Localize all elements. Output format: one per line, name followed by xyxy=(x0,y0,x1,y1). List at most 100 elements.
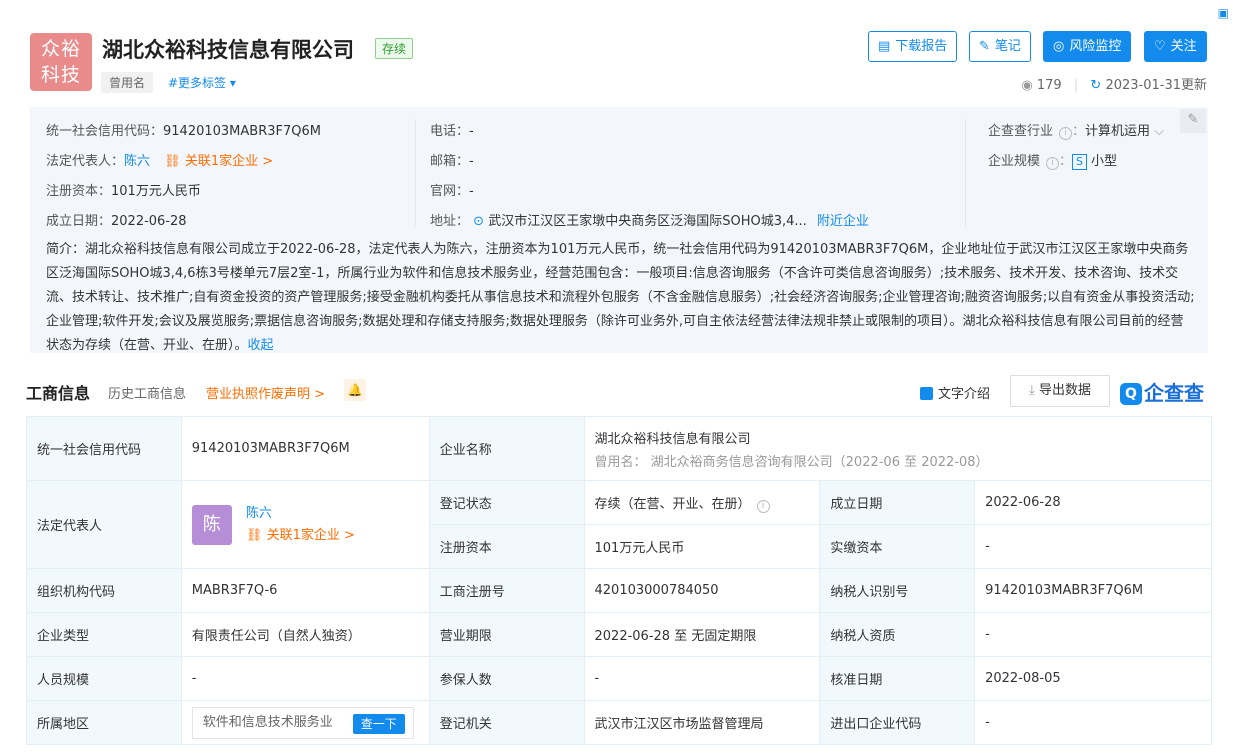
status-badge: 存续 xyxy=(375,38,414,59)
cell-value: - xyxy=(974,524,1212,569)
text-intro-button[interactable]: 文字介绍 xyxy=(920,383,990,402)
website-value: - xyxy=(469,184,474,199)
info-icon[interactable]: i xyxy=(756,499,770,513)
scale-value: 小型 xyxy=(1091,154,1118,169)
email-value: - xyxy=(469,154,474,169)
cell-label: 纳税人资质 xyxy=(819,612,976,657)
related-companies-link[interactable]: ⛓ 关联1家企业 > xyxy=(246,525,355,547)
notes-label: 笔记 xyxy=(994,39,1021,54)
heart-icon: ♡ xyxy=(1154,39,1166,54)
region-cell: 软件和信息技术服务业 查一下 xyxy=(180,700,430,745)
industry-search-text: 软件和信息技术服务业 xyxy=(202,714,333,730)
industry-search-box[interactable]: 软件和信息技术服务业 查一下 xyxy=(191,706,414,739)
more-tags-link[interactable]: #更多标签 ▾ xyxy=(168,74,236,91)
tab-history[interactable]: 历史工商信息 xyxy=(108,383,186,402)
former-name-value: 曾用名： 湖北众裕商务信息咨询有限公司（2022-06 至 2022-08） xyxy=(594,454,989,470)
qcc-logo-icon: Q xyxy=(1120,383,1142,405)
collapse-link[interactable]: 收起 xyxy=(248,338,274,353)
basic-info-panel: ✎ 统一社会信用代码：91420103MABR3F7Q6M 法定代表人：陈六 ⛓… xyxy=(30,107,1208,353)
follow-label: 关注 xyxy=(1170,39,1197,54)
cell-value: - xyxy=(180,656,430,701)
capital-label: 注册资本： xyxy=(46,184,112,199)
website-row: 官网：- xyxy=(430,180,474,199)
legal-rep-link[interactable]: 陈六 xyxy=(124,154,150,169)
cell-label: 统一社会信用代码 xyxy=(26,416,182,481)
avatar[interactable]: 陈 xyxy=(191,504,232,545)
nearby-companies-link[interactable]: 附近企业 xyxy=(817,214,869,229)
cell-value: - xyxy=(974,700,1212,745)
cell-value: 2022-08-05 xyxy=(974,656,1212,701)
website-label: 官网： xyxy=(430,184,470,199)
refresh-icon[interactable]: ↻ xyxy=(1090,78,1101,93)
tab-license-void[interactable]: 营业执照作废声明 > xyxy=(206,383,325,402)
cell-value: 91420103MABR3F7Q6M xyxy=(974,568,1212,613)
info-icon[interactable]: i xyxy=(1046,157,1060,170)
founded-row: 成立日期：2022-06-28 xyxy=(46,210,187,229)
phone-value: - xyxy=(469,124,474,139)
chevron-down-icon[interactable]: ⌵ xyxy=(1150,124,1164,139)
credit-code-value: 91420103MABR3F7Q6M xyxy=(163,124,321,139)
cell-value: 2022-06-28 至 无固定期限 xyxy=(583,612,821,657)
cell-value: 420103000784050 xyxy=(583,568,821,613)
cell-value: 2022-06-28 xyxy=(974,480,1212,525)
eye-icon: ◉ xyxy=(1021,78,1033,93)
notes-button[interactable]: ✎ 笔记 xyxy=(969,31,1031,62)
cell-value: - xyxy=(583,656,821,701)
text-icon xyxy=(920,387,933,400)
scale-label: 企业规模 xyxy=(988,154,1041,169)
address-label: 地址： xyxy=(430,214,470,229)
email-row: 邮箱：- xyxy=(430,150,474,169)
view-stats: ◉ 179 | ↻ 2023-01-31更新 xyxy=(1021,78,1207,93)
table-row: 统一社会信用代码 91420103MABR3F7Q6M 企业名称 湖北众裕科技信… xyxy=(26,416,1213,481)
cell-value: 有限责任公司（自然人独资） xyxy=(180,612,430,657)
legal-rep-cell: 陈 陈六 ⛓ 关联1家企业 > xyxy=(180,480,430,569)
cell-label: 营业期限 xyxy=(428,612,585,657)
table-row: 组织机构代码 MABR3F7Q-6 工商注册号 420103000784050 … xyxy=(26,568,1212,613)
reg-status-cell: 存续（在营、开业、在册） i xyxy=(583,480,821,525)
qcc-logo: Q 企查查 xyxy=(1120,377,1204,406)
risk-label: 风险监控 xyxy=(1069,39,1122,54)
download-report-button[interactable]: ▤ 下载报告 xyxy=(868,31,958,62)
cell-value: 101万元人民币 xyxy=(583,524,821,569)
phone-row: 电话：- xyxy=(430,120,474,139)
info-icon[interactable]: i xyxy=(1059,127,1073,140)
qr-code-icon[interactable]: ▣ xyxy=(1218,6,1229,20)
scale-badge: S xyxy=(1072,154,1088,170)
text-intro-label: 文字介绍 xyxy=(938,387,991,402)
legal-rep-name-link[interactable]: 陈六 xyxy=(246,503,355,525)
cell-label: 企业类型 xyxy=(26,612,182,657)
bell-icon[interactable]: 🔔 xyxy=(344,379,366,401)
table-row: 法定代表人 陈 陈六 ⛓ 关联1家企业 > 登记状态 存续（在营、开业、在册） i… xyxy=(26,480,1212,569)
pencil-icon[interactable]: ✎ xyxy=(1180,109,1206,133)
phone-label: 电话： xyxy=(430,124,470,139)
cell-label: 实缴资本 xyxy=(819,524,976,569)
cell-value: - xyxy=(974,612,1212,657)
export-data-button[interactable]: ⤓ 导出数据 xyxy=(1010,375,1110,407)
cell-label: 进出口企业代码 xyxy=(819,700,976,745)
industry-label: 企查查行业 xyxy=(988,124,1054,139)
former-name-tag[interactable]: 曾用名 xyxy=(101,72,154,93)
cell-label: 工商注册号 xyxy=(428,568,585,613)
credit-code-row: 统一社会信用代码：91420103MABR3F7Q6M xyxy=(46,120,321,139)
cell-label: 登记状态 xyxy=(428,480,585,525)
related-companies-link[interactable]: ⛓ 关联1家企业 > xyxy=(164,154,273,169)
cell-value: 武汉市江汉区市场监督管理局 xyxy=(583,700,821,745)
industry-dropdown[interactable]: 计算机运用 xyxy=(1085,124,1150,139)
capital-value: 101万元人民币 xyxy=(111,184,201,199)
table-row: 人员规模 - 参保人数 - 核准日期 2022-08-05 xyxy=(26,656,1212,701)
scale-row: 企业规模 i： S 小型 xyxy=(988,154,1118,170)
follow-button[interactable]: ♡ 关注 xyxy=(1144,31,1207,62)
legal-rep-row: 法定代表人：陈六 ⛓ 关联1家企业 > xyxy=(46,150,273,169)
industry-row: 企查查行业 i ：计算机运用 ⌵ xyxy=(988,124,1165,140)
search-button[interactable]: 查一下 xyxy=(352,713,405,734)
cell-label: 参保人数 xyxy=(428,656,585,701)
company-name: 湖北众裕科技信息有限公司 xyxy=(102,38,354,62)
related-label: 关联1家企业 > xyxy=(184,154,274,169)
company-logo: 众裕 科技 xyxy=(30,33,92,91)
address-row: 地址： ⊙ 武汉市江汉区王家墩中央商务区泛海国际SOHO城3,4... 附近企业 xyxy=(430,210,869,229)
risk-monitor-button[interactable]: ◎ 风险监控 xyxy=(1043,31,1132,62)
document-icon: ▤ xyxy=(878,39,891,54)
cell-label: 人员规模 xyxy=(26,656,182,701)
intro-text: 简介：湖北众裕科技信息有限公司成立于2022-06-28，法定代表人为陈六，注册… xyxy=(46,242,1195,353)
cell-label: 注册资本 xyxy=(428,524,585,569)
